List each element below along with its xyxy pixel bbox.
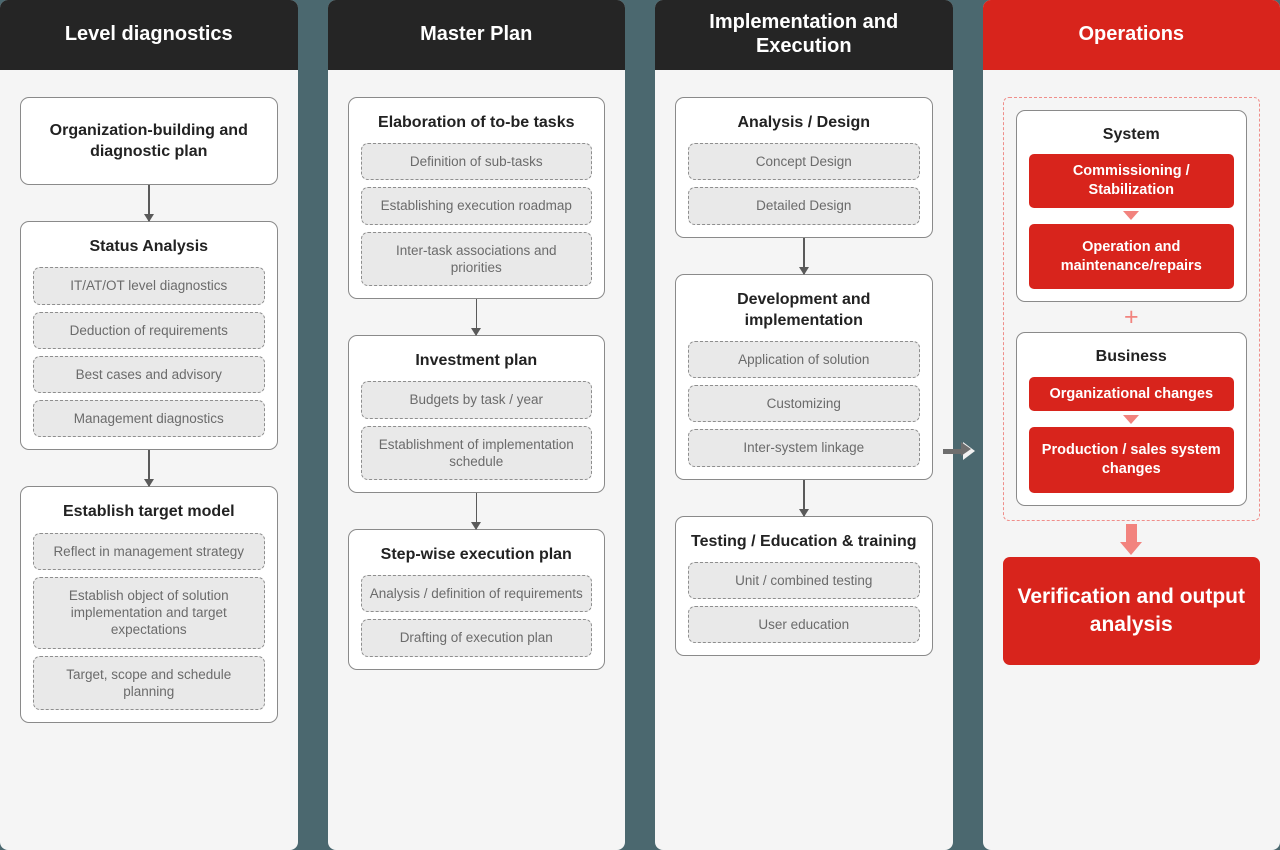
column-header-4: Operations — [982, 0, 1280, 70]
chip-item[interactable]: Inter-task associations and priorities — [360, 231, 592, 287]
card-analysis-design[interactable]: Analysis / Design Concept Design Detaile… — [675, 97, 933, 238]
chip-item[interactable]: Application of solution — [688, 340, 920, 379]
red-step[interactable]: Organizational changes — [1028, 376, 1234, 412]
card-title: Status Analysis — [89, 238, 209, 256]
card-system[interactable]: System Commissioning / Stabilization Ope… — [1015, 110, 1247, 303]
roadmap-diagram: Level diagnostics Organization-building … — [0, 0, 1280, 850]
fat-arrow-down-icon — [1003, 521, 1261, 557]
column-body-2: Elaboration of to-be tasks Definition of… — [328, 70, 626, 850]
card-investment-plan[interactable]: Investment plan Budgets by task / year E… — [347, 335, 605, 494]
column-body-3: Analysis / Design Concept Design Detaile… — [655, 70, 953, 850]
plus-icon: + — [1123, 302, 1139, 331]
chip-item[interactable]: Customizing — [688, 385, 920, 423]
card-testing-education-training[interactable]: Testing / Education & training Unit / co… — [675, 515, 933, 657]
arrow-down-icon — [675, 479, 933, 516]
card-step-wise-execution-plan[interactable]: Step-wise execution plan Analysis / defi… — [347, 529, 605, 670]
card-organization-building[interactable]: Organization-building and diagnostic pla… — [20, 97, 278, 186]
chip-item[interactable]: Establishing execution roadmap — [360, 187, 592, 225]
card-title: Organization-building and diagnostic pla… — [49, 122, 248, 161]
card-title: System — [1102, 126, 1160, 143]
chip-item[interactable]: Management diagnostics — [33, 400, 265, 438]
chip-item[interactable]: Unit / combined testing — [688, 561, 920, 600]
arrow-down-icon — [348, 299, 606, 336]
column-header-1: Level diagnostics — [0, 0, 298, 70]
column-body-4: System Commissioning / Stabilization Ope… — [983, 70, 1280, 850]
chip-item[interactable]: Target, scope and schedule planning — [33, 655, 265, 711]
column-operations: Operations System Commissioning / Stabil… — [982, 0, 1280, 850]
red-step[interactable]: Production / sales system changes — [1028, 427, 1234, 494]
triangle-down-icon — [1029, 208, 1235, 224]
arrow-down-icon — [675, 237, 933, 274]
arrow-down-icon — [20, 450, 278, 487]
card-verification-and-output-analysis[interactable]: Verification and output analysis — [1002, 557, 1260, 665]
column-level-diagnostics: Level diagnostics Organization-building … — [0, 0, 298, 850]
card-development-and-implementation[interactable]: Development and implementation Applicati… — [675, 273, 933, 480]
column-implementation-and-execution: Implementation and Execution Analysis / … — [655, 0, 953, 850]
card-establish-target-model[interactable]: Establish target model Reflect in manage… — [20, 486, 278, 724]
card-elaboration-of-to-be-tasks[interactable]: Elaboration of to-be tasks Definition of… — [347, 97, 605, 300]
arrow-right-icon — [943, 440, 977, 462]
chip-item[interactable]: Reflect in management strategy — [33, 532, 265, 570]
chip-item[interactable]: Best cases and advisory — [33, 355, 265, 394]
chip-item[interactable]: Deduction of requirements — [33, 311, 265, 349]
card-title: Step-wise execution plan — [380, 546, 572, 564]
card-title: Analysis / Design — [737, 114, 871, 131]
chip-item[interactable]: Establish object of solution implementat… — [33, 576, 265, 649]
arrow-down-icon — [348, 493, 606, 530]
card-title: Testing / Education & training — [691, 532, 917, 550]
operations-dashed-group: System Commissioning / Stabilization Ope… — [1002, 97, 1260, 522]
column-body-1: Organization-building and diagnostic pla… — [0, 70, 298, 850]
column-master-plan: Master Plan Elaboration of to-be tasks D… — [327, 0, 626, 850]
red-step[interactable]: Commissioning / Stabilization — [1028, 154, 1234, 208]
chip-item[interactable]: IT/AT/OT level diagnostics — [33, 267, 265, 305]
column-header-2: Master Plan — [327, 0, 625, 70]
card-status-analysis[interactable]: Status Analysis IT/AT/OT level diagnosti… — [20, 221, 278, 451]
chip-item[interactable]: Establishment of implementation schedule — [360, 425, 592, 481]
card-title: Development and implementation — [737, 290, 871, 329]
chip-item[interactable]: Concept Design — [688, 143, 920, 181]
chip-item[interactable]: Inter-system linkage — [688, 429, 920, 467]
chip-item[interactable]: User education — [688, 606, 920, 644]
card-title: Elaboration of to-be tasks — [378, 114, 575, 131]
card-title: Business — [1095, 348, 1167, 366]
red-step[interactable]: Operation and maintenance/repairs — [1028, 223, 1234, 290]
column-header-3: Implementation and Execution — [655, 0, 953, 70]
card-title: Establish target model — [62, 503, 235, 521]
triangle-down-icon — [1029, 411, 1235, 427]
chip-item[interactable]: Drafting of execution plan — [360, 619, 592, 657]
chip-item[interactable]: Analysis / definition of requirements — [360, 575, 592, 613]
arrow-down-icon — [20, 185, 278, 222]
card-title: Investment plan — [415, 352, 538, 370]
chip-item[interactable]: Definition of sub-tasks — [360, 143, 592, 181]
chip-item[interactable]: Budgets by task / year — [360, 381, 592, 419]
card-business[interactable]: Business Organizational changes Producti… — [1015, 332, 1247, 507]
chip-item[interactable]: Detailed Design — [688, 187, 920, 225]
